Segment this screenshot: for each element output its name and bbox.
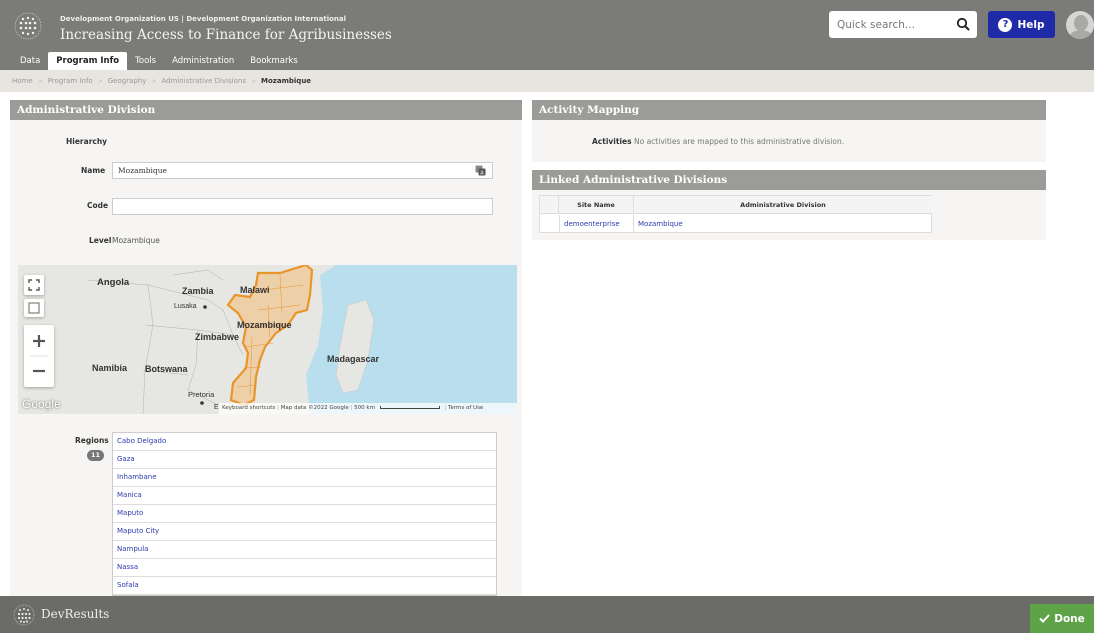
breadcrumb-geography[interactable]: Geography <box>108 77 147 85</box>
region-link[interactable]: Inhambane <box>113 469 496 487</box>
map-label-zambia: Zambia <box>182 286 214 296</box>
tab-program-info[interactable]: Program Info <box>48 52 128 70</box>
main-nav: Data Program Info Tools Administration B… <box>12 52 306 70</box>
breadcrumb-current: Mozambique <box>261 77 312 85</box>
help-label: Help <box>1017 18 1045 31</box>
map-label-botswana: Botswana <box>145 364 188 374</box>
svg-text:A: A <box>480 170 484 176</box>
program-name[interactable]: Increasing Access to Finance for Agribus… <box>60 27 392 43</box>
breadcrumb-program-info[interactable]: Program Info <box>48 77 93 85</box>
map-data-text: Map data ©2022 Google <box>280 405 349 411</box>
region-link[interactable]: Manica <box>113 487 496 505</box>
code-field[interactable] <box>112 198 493 215</box>
map-label-zimbabwe: Zimbabwe <box>195 332 240 342</box>
name-field[interactable]: Mozambique A <box>112 162 493 179</box>
devresults-logo-icon <box>13 604 35 626</box>
zoom-in-button[interactable] <box>24 325 54 356</box>
map-label-mozambique: Mozambique <box>237 320 292 330</box>
user-avatar[interactable] <box>1066 11 1094 39</box>
footer-brand[interactable]: DevResults <box>41 607 109 621</box>
map-type-button[interactable] <box>24 299 44 317</box>
scale-bar-icon <box>379 406 440 409</box>
map-label-lusaka: Lusaka <box>174 303 197 310</box>
linked-divisions-table: Site Name Administrative Division demoen… <box>539 195 932 233</box>
region-link[interactable]: Maputo <box>113 505 496 523</box>
breadcrumb-separator-icon: > <box>97 77 103 85</box>
level-value: Mozambique <box>112 236 160 245</box>
map-attribution: Keyboard shortcuts | Map data ©2022 Goog… <box>219 403 517 414</box>
activities-text: No activities are mapped to this adminis… <box>634 137 845 146</box>
map-label-angola: Angola <box>97 277 130 288</box>
top-bar: Development Organization US | Developmen… <box>0 0 1094 70</box>
region-link[interactable]: Sofala <box>113 577 496 595</box>
done-label: Done <box>1054 612 1085 625</box>
keyboard-shortcuts-link[interactable]: Keyboard shortcuts <box>222 405 275 411</box>
linked-site-link[interactable]: demoenterprise <box>559 215 634 233</box>
level-label: Level <box>89 236 112 245</box>
square-icon <box>28 302 40 314</box>
avatar-body <box>1069 30 1093 39</box>
activity-mapping-header: Activity Mapping <box>532 100 1046 120</box>
breadcrumb-separator-icon: > <box>251 77 257 85</box>
region-link[interactable]: Gaza <box>113 451 496 469</box>
map-label-e: E <box>214 404 219 411</box>
map-label-malawi: Malawi <box>240 285 270 295</box>
quick-search-input[interactable] <box>837 15 947 34</box>
breadcrumb-separator-icon: > <box>151 77 157 85</box>
region-link[interactable]: Maputo City <box>113 523 496 541</box>
avatar-head <box>1074 15 1088 31</box>
linked-divisions-header: Linked Administrative Divisions <box>532 170 1046 190</box>
question-circle-icon: ? <box>998 17 1013 32</box>
tab-bookmarks[interactable]: Bookmarks <box>242 52 306 70</box>
breadcrumb-home[interactable]: Home <box>12 77 33 85</box>
region-link[interactable]: Nassa <box>113 559 496 577</box>
region-link[interactable]: Cabo Delgado <box>113 433 496 451</box>
fullscreen-button[interactable] <box>24 275 44 295</box>
tab-administration[interactable]: Administration <box>164 52 242 70</box>
name-field-value: Mozambique <box>118 166 167 175</box>
region-link[interactable]: Nampula <box>113 541 496 559</box>
zoom-out-button[interactable] <box>24 356 54 387</box>
map-view[interactable]: Angola Zambia Malawi Lusaka Mozambique Z… <box>18 265 517 414</box>
table-header-site-name[interactable]: Site Name <box>559 196 634 214</box>
organization-name: Development Organization US | Developmen… <box>60 15 347 23</box>
translate-icon[interactable]: A <box>475 165 486 176</box>
name-label: Name <box>81 166 106 175</box>
hierarchy-label: Hierarchy <box>66 137 108 146</box>
tab-data[interactable]: Data <box>12 52 48 70</box>
table-header-blank <box>540 196 559 214</box>
map-scale[interactable]: 500 km <box>354 405 375 411</box>
map-label-namibia: Namibia <box>92 363 128 373</box>
help-button[interactable]: ? Help <box>988 11 1055 38</box>
search-icon[interactable] <box>956 17 970 31</box>
done-button[interactable]: Done <box>1030 604 1094 633</box>
activities-label: Activities <box>592 137 632 146</box>
regions-table: Cabo Delgado Gaza Inhambane Manica Maput… <box>112 432 497 596</box>
google-logo[interactable]: Google <box>22 397 61 411</box>
quick-search <box>829 11 977 38</box>
table-header-administrative-division[interactable]: Administrative Division <box>634 196 932 214</box>
fullscreen-icon <box>28 279 40 291</box>
breadcrumb: Home > Program Info > Geography > Admini… <box>0 70 1094 92</box>
terms-of-use-link[interactable]: Terms of Use <box>448 405 483 411</box>
code-label: Code <box>87 201 109 210</box>
admin-division-header: Administrative Division <box>10 100 522 120</box>
map-label-madagascar: Madagascar <box>327 354 380 364</box>
devresults-logo-icon[interactable] <box>14 12 42 40</box>
linked-division-link[interactable]: Mozambique <box>634 215 834 233</box>
regions-label: Regions <box>75 436 109 445</box>
regions-count-badge: 11 <box>87 450 104 461</box>
footer-bar: DevResults <box>0 596 1094 633</box>
tab-tools[interactable]: Tools <box>127 52 164 70</box>
breadcrumb-administrative-divisions[interactable]: Administrative Divisions <box>161 77 246 85</box>
map-label-pretoria: Pretoria <box>188 390 215 399</box>
check-icon <box>1039 614 1050 623</box>
breadcrumb-separator-icon: > <box>37 77 43 85</box>
